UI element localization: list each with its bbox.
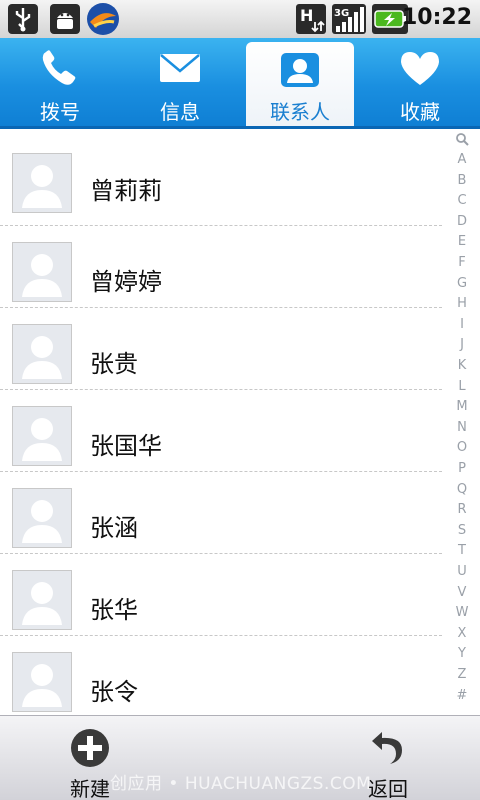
contact-row[interactable]: 张华 <box>0 554 442 636</box>
avatar-placeholder-icon <box>12 242 72 302</box>
index-letter[interactable]: T <box>444 543 480 558</box>
index-letter[interactable]: J <box>444 337 480 352</box>
index-letter[interactable]: C <box>444 193 480 208</box>
contact-name: 曾婷婷 <box>90 268 162 296</box>
index-letter[interactable]: N <box>444 420 480 435</box>
index-letter[interactable]: M <box>444 399 480 414</box>
watermark-text: 创应用 • HUACHUANGZS.COM <box>110 774 372 794</box>
tab-favorites-label: 收藏 <box>400 100 440 124</box>
alphabet-index[interactable]: A B C D E F G H I J K L M N O P Q R S T U V W X Y Z # <box>444 130 480 714</box>
heart-icon <box>398 48 442 88</box>
contact-row[interactable]: 曾莉莉 <box>0 129 442 226</box>
index-letter[interactable]: A <box>444 152 480 167</box>
contact-list[interactable]: 曾莉莉 曾婷婷 张贵 张国华 张涵 张华 张令 <box>0 129 442 715</box>
index-letter[interactable]: O <box>444 440 480 455</box>
index-letter[interactable]: D <box>444 214 480 229</box>
envelope-icon <box>158 48 202 88</box>
contact-name: 张贵 <box>90 350 138 378</box>
index-search-icon[interactable] <box>444 132 480 150</box>
avatar-placeholder-icon <box>12 488 72 548</box>
index-letter[interactable]: I <box>444 317 480 332</box>
index-letter[interactable]: # <box>444 688 480 703</box>
tab-dialer-label: 拨号 <box>40 100 80 124</box>
tab-bar: 拨号 信息 联系人 收藏 <box>0 38 480 129</box>
index-letter[interactable]: Q <box>444 482 480 497</box>
index-letter[interactable]: H <box>444 296 480 311</box>
contact-row[interactable]: 张贵 <box>0 308 442 390</box>
contact-name: 曾莉莉 <box>90 177 162 205</box>
index-letter[interactable]: K <box>444 358 480 373</box>
avatar-placeholder-icon <box>12 324 72 384</box>
index-letter[interactable]: Y <box>444 646 480 661</box>
tab-contacts-label: 联系人 <box>270 100 330 124</box>
index-letter[interactable]: X <box>444 626 480 641</box>
android-debug-icon <box>50 4 80 34</box>
contact-name: 张令 <box>90 678 138 706</box>
index-letter[interactable]: G <box>444 276 480 291</box>
back-arrow-icon <box>368 728 408 768</box>
contact-name: 张国华 <box>90 432 162 460</box>
3g-signal-icon: 3G <box>332 4 366 34</box>
contact-icon <box>278 50 322 90</box>
index-letter[interactable]: E <box>444 234 480 249</box>
contact-row[interactable]: 张涵 <box>0 472 442 554</box>
usb-icon <box>8 4 38 34</box>
tab-dialer[interactable]: 拨号 <box>0 38 120 126</box>
index-letter[interactable]: F <box>444 255 480 270</box>
index-letter[interactable]: V <box>444 585 480 600</box>
svg-text:H: H <box>300 6 313 25</box>
index-letter[interactable]: Z <box>444 667 480 682</box>
tab-messages[interactable]: 信息 <box>120 38 240 126</box>
index-letter[interactable]: S <box>444 523 480 538</box>
contact-row[interactable]: 曾婷婷 <box>0 226 442 308</box>
index-letter[interactable]: B <box>444 173 480 188</box>
avatar-placeholder-icon <box>12 406 72 466</box>
app-notification-icon <box>86 2 120 36</box>
tab-contacts[interactable]: 联系人 <box>246 42 354 126</box>
add-circle-icon <box>70 728 110 768</box>
index-letter[interactable]: U <box>444 564 480 579</box>
h-data-icon: H <box>296 4 326 34</box>
index-letter[interactable]: P <box>444 461 480 476</box>
clock-time: 10:22 <box>401 5 472 30</box>
contact-name: 张华 <box>90 596 138 624</box>
contacts-screen: H 3G 10:22 拨号 信息 联系人 收藏 曾莉莉 曾婷婷 张贵 张国华 张… <box>0 0 480 800</box>
contact-row[interactable]: 张令 <box>0 636 442 715</box>
svg-text:3G: 3G <box>334 8 349 19</box>
index-letter[interactable]: R <box>444 502 480 517</box>
tab-favorites[interactable]: 收藏 <box>360 38 480 126</box>
index-letter[interactable]: W <box>444 605 480 620</box>
contact-row[interactable]: 张国华 <box>0 390 442 472</box>
phone-icon <box>38 48 82 88</box>
index-letter[interactable]: L <box>444 379 480 394</box>
status-bar: H 3G 10:22 <box>0 0 480 39</box>
avatar-placeholder-icon <box>12 652 72 712</box>
contact-name: 张涵 <box>90 514 138 542</box>
avatar-placeholder-icon <box>12 570 72 630</box>
tab-messages-label: 信息 <box>160 100 200 124</box>
avatar-placeholder-icon <box>12 153 72 213</box>
